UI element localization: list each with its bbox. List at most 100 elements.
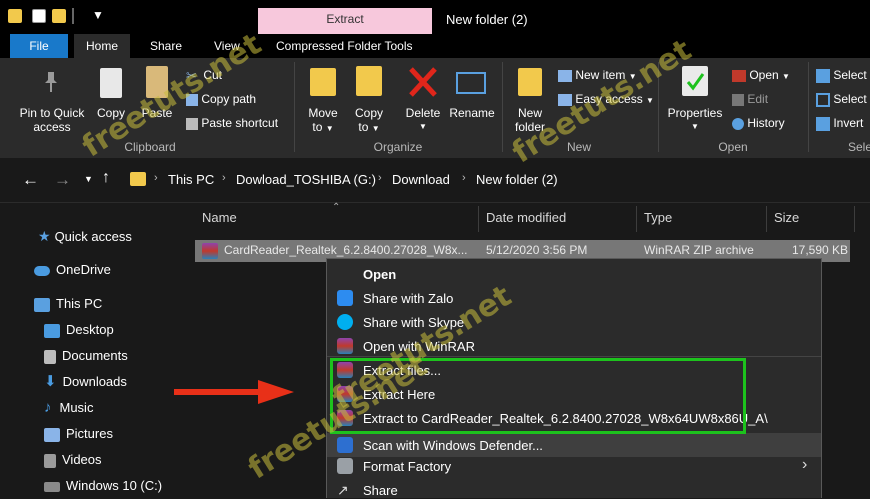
nav-quick-access[interactable]: ★ Quick access (38, 226, 132, 246)
paste-shortcut-button[interactable]: Paste shortcut (186, 114, 278, 132)
column-name[interactable]: Name (202, 210, 237, 225)
star-icon: ★ (38, 228, 51, 244)
file-date: 5/12/2020 3:56 PM (486, 243, 588, 257)
new-folder-icon[interactable] (52, 9, 66, 23)
column-divider[interactable] (478, 206, 479, 232)
invert-selection-button[interactable]: Invert (816, 114, 863, 132)
pin-to-quick-access-button[interactable]: Pin to Quick access (10, 106, 94, 134)
column-divider[interactable] (766, 206, 767, 232)
chevron-down-icon: ▼ (325, 124, 334, 133)
move-to-icon (310, 68, 336, 96)
nav-this-pc[interactable]: This PC (34, 294, 102, 314)
group-divider (808, 62, 809, 152)
toolbar-divider (72, 8, 74, 24)
menu-share-zalo[interactable]: Share with Zalo (363, 291, 453, 306)
select-none-button[interactable]: Select (816, 90, 867, 108)
zalo-icon (337, 290, 353, 306)
download-icon: ⬇ (44, 373, 57, 390)
nav-music-label: Music (59, 400, 94, 415)
folder-icon (130, 172, 146, 186)
column-type[interactable]: Type (644, 210, 672, 225)
breadcrumb-separator: › (378, 172, 382, 184)
back-icon[interactable]: ← (22, 170, 39, 190)
videos-icon (44, 453, 56, 468)
column-size[interactable]: Size (774, 210, 799, 225)
nav-onedrive-label: OneDrive (56, 262, 111, 277)
column-divider[interactable] (636, 206, 637, 232)
breadcrumb-separator: › (462, 172, 466, 184)
group-divider (294, 62, 295, 152)
tab-compressed-folder-tools[interactable]: Compressed Folder Tools (266, 34, 423, 58)
tab-home[interactable]: Home (74, 34, 130, 58)
skype-icon (337, 314, 353, 330)
organize-group-label: Organize (373, 140, 423, 154)
file-type: WinRAR ZIP archive (644, 243, 754, 257)
nav-windows-c[interactable]: Windows 10 (C:) (44, 476, 162, 496)
edit-icon (732, 93, 744, 106)
properties-button[interactable]: Properties ▼ (664, 106, 726, 134)
move-to-button[interactable]: Move to ▼ (302, 106, 344, 136)
customize-quick-access-icon[interactable]: ▼ (92, 8, 104, 22)
red-arrow-head-icon (258, 380, 294, 404)
rename-icon (456, 72, 486, 94)
forward-icon[interactable]: → (54, 170, 71, 190)
rename-button[interactable]: Rename (446, 106, 498, 120)
edit-button[interactable]: Edit (732, 90, 768, 108)
nav-music[interactable]: ♪ Music (44, 398, 93, 418)
pin-icon (42, 70, 60, 94)
invert-selection-icon (816, 116, 830, 131)
new-folder-icon (518, 68, 542, 96)
copy-to-text: to (358, 120, 369, 134)
breadcrumb-current-folder[interactable]: New folder (2) (476, 172, 558, 187)
ribbon-tabs (0, 34, 870, 58)
breadcrumb-separator: › (154, 172, 158, 184)
copy-to-icon (356, 66, 382, 96)
chevron-down-icon: ▼ (419, 122, 427, 131)
nav-videos[interactable]: Videos (44, 450, 102, 470)
menu-scan-defender[interactable]: Scan with Windows Defender... (363, 438, 543, 453)
file-size: 17,590 KB (792, 243, 849, 257)
delete-label: Delete (405, 106, 441, 120)
group-divider (502, 62, 503, 152)
nav-desktop[interactable]: Desktop (44, 320, 114, 340)
delete-button[interactable]: Delete ▼ (400, 106, 446, 134)
recent-locations-icon[interactable]: ▼ (84, 174, 93, 184)
breadcrumb-drive[interactable]: Dowload_TOSHIBA (G:) (236, 172, 376, 187)
nav-quick-access-label: Quick access (54, 229, 132, 244)
delete-icon (408, 66, 438, 98)
properties-icon[interactable] (32, 9, 46, 23)
folder-icon (8, 9, 22, 23)
breadcrumb-separator: › (222, 172, 226, 184)
music-icon: ♪ (44, 399, 52, 416)
menu-share[interactable]: Share (363, 483, 398, 498)
nav-onedrive[interactable]: OneDrive (34, 260, 111, 280)
tab-share[interactable]: Share (140, 34, 192, 58)
cloud-icon (34, 265, 50, 276)
nav-documents[interactable]: Documents (44, 346, 128, 366)
nav-downloads[interactable]: ⬇ Downloads (44, 372, 127, 392)
nav-desktop-label: Desktop (66, 322, 114, 337)
menu-open[interactable]: Open (363, 267, 396, 282)
chevron-down-icon: ▼ (646, 96, 654, 105)
nav-documents-label: Documents (62, 348, 128, 363)
nav-pictures[interactable]: Pictures (44, 424, 113, 444)
breadcrumb-download[interactable]: Download (392, 172, 450, 187)
select-all-button[interactable]: Select (816, 66, 867, 84)
select-group-label: Sele (848, 140, 870, 154)
chevron-down-icon: ▼ (782, 72, 790, 81)
menu-format-factory[interactable]: Format Factory (363, 459, 451, 474)
tab-file[interactable]: File (10, 34, 68, 58)
column-divider[interactable] (854, 206, 855, 232)
drive-icon (44, 481, 60, 492)
open-group-label: Open (718, 140, 748, 154)
history-button[interactable]: History (732, 114, 785, 132)
edit-label: Edit (747, 92, 769, 106)
up-icon[interactable]: ↑ (102, 169, 110, 187)
nav-this-pc-label: This PC (56, 296, 103, 311)
column-date-modified[interactable]: Date modified (486, 210, 566, 225)
properties-label: Properties (667, 106, 723, 120)
chevron-down-icon: ▼ (371, 124, 380, 133)
copy-to-button[interactable]: Copy to ▼ (348, 106, 390, 136)
breadcrumb-this-pc[interactable]: This PC (168, 172, 214, 187)
open-button[interactable]: Open ▼ (732, 66, 790, 84)
